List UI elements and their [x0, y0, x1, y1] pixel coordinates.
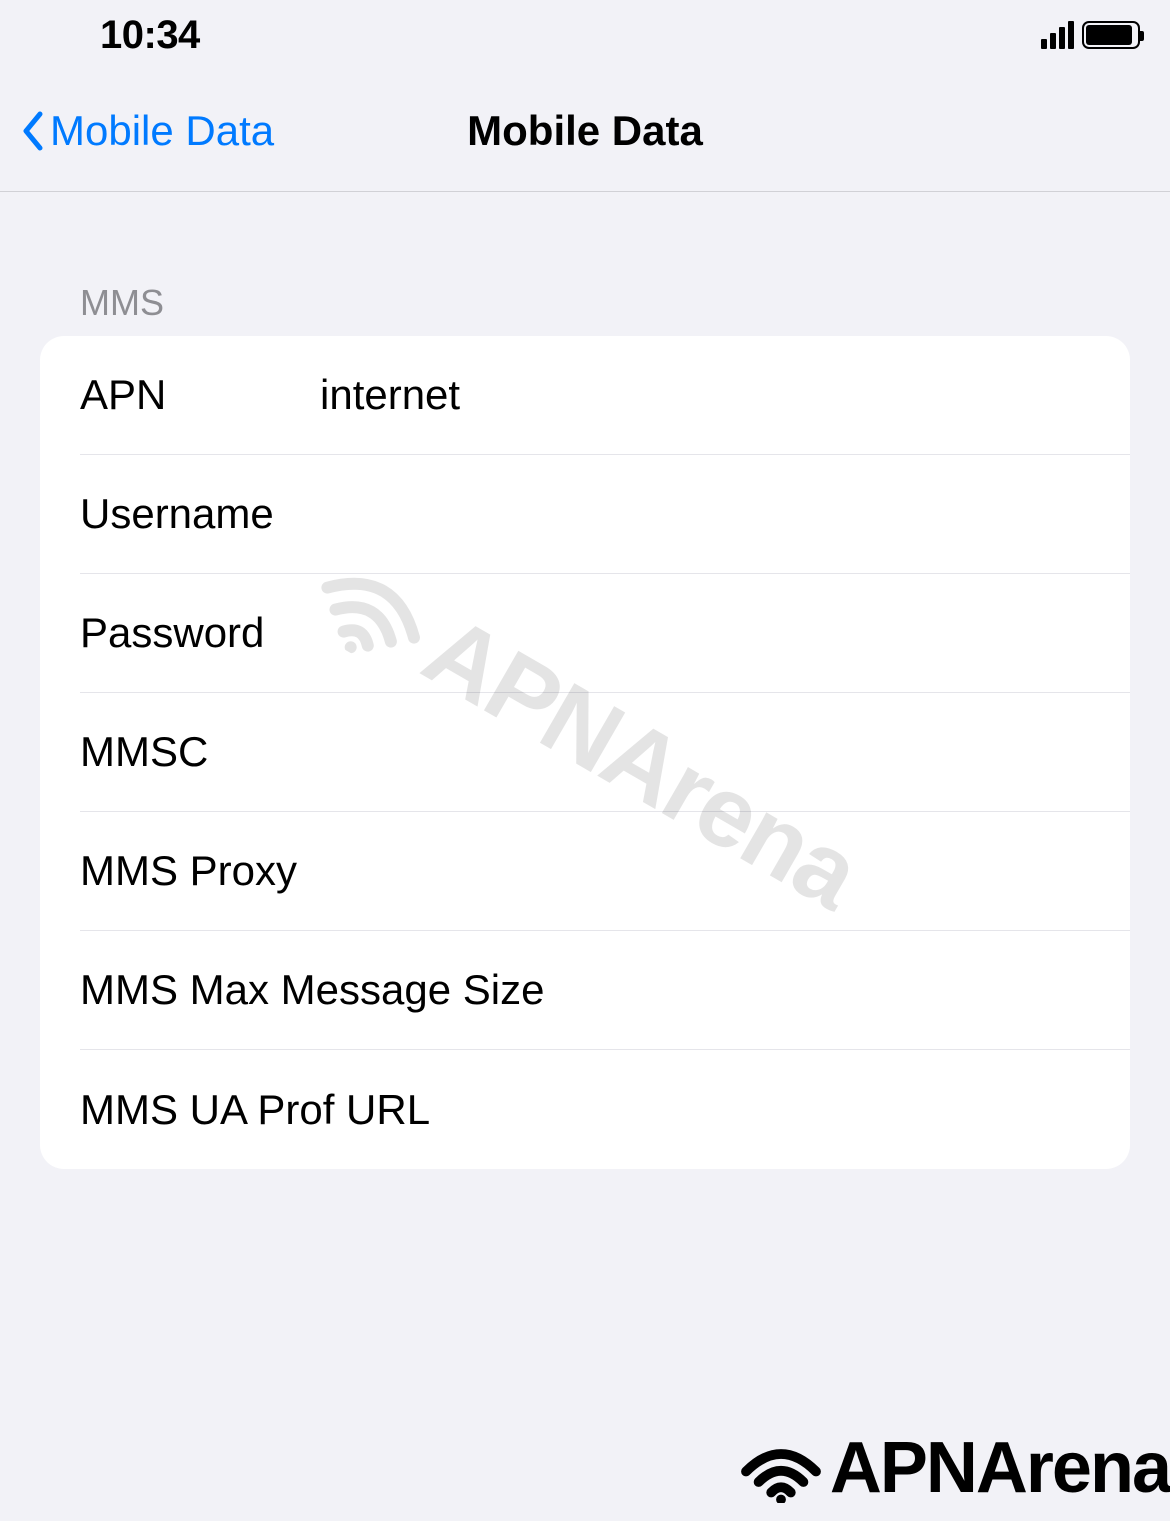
mms-proxy-row[interactable]: MMS Proxy	[80, 812, 1130, 931]
footer-brand: APNArena	[736, 1427, 1170, 1509]
chevron-left-icon	[20, 110, 44, 152]
mmsc-label: MMSC	[80, 728, 320, 776]
mms-max-row[interactable]: MMS Max Message Size	[80, 931, 1130, 1050]
mms-settings-group: APN internet Username Password MMSC MMS …	[40, 336, 1130, 1169]
status-time: 10:34	[100, 13, 200, 58]
password-row[interactable]: Password	[80, 574, 1130, 693]
mms-ua-row[interactable]: MMS UA Prof URL	[40, 1050, 1130, 1169]
username-row[interactable]: Username	[80, 455, 1130, 574]
apn-label: APN	[80, 371, 320, 419]
username-label: Username	[80, 490, 320, 538]
back-button[interactable]: Mobile Data	[0, 107, 274, 155]
battery-icon	[1082, 21, 1140, 49]
page-title: Mobile Data	[467, 107, 703, 155]
mms-proxy-label: MMS Proxy	[80, 847, 320, 895]
wifi-icon	[736, 1433, 826, 1503]
section-header-mms: MMS	[0, 192, 1170, 336]
apn-row[interactable]: APN internet	[80, 336, 1130, 455]
password-label: Password	[80, 609, 320, 657]
mms-max-label: MMS Max Message Size	[80, 966, 544, 1014]
navigation-bar: Mobile Data Mobile Data	[0, 70, 1170, 192]
cellular-signal-icon	[1041, 21, 1074, 49]
mmsc-row[interactable]: MMSC	[80, 693, 1130, 812]
mms-ua-label: MMS UA Prof URL	[80, 1086, 430, 1134]
back-label: Mobile Data	[50, 107, 274, 155]
footer-brand-text: APNArena	[830, 1427, 1170, 1509]
apn-value[interactable]: internet	[320, 371, 460, 419]
status-icons	[1041, 21, 1140, 49]
status-bar: 10:34	[0, 0, 1170, 70]
